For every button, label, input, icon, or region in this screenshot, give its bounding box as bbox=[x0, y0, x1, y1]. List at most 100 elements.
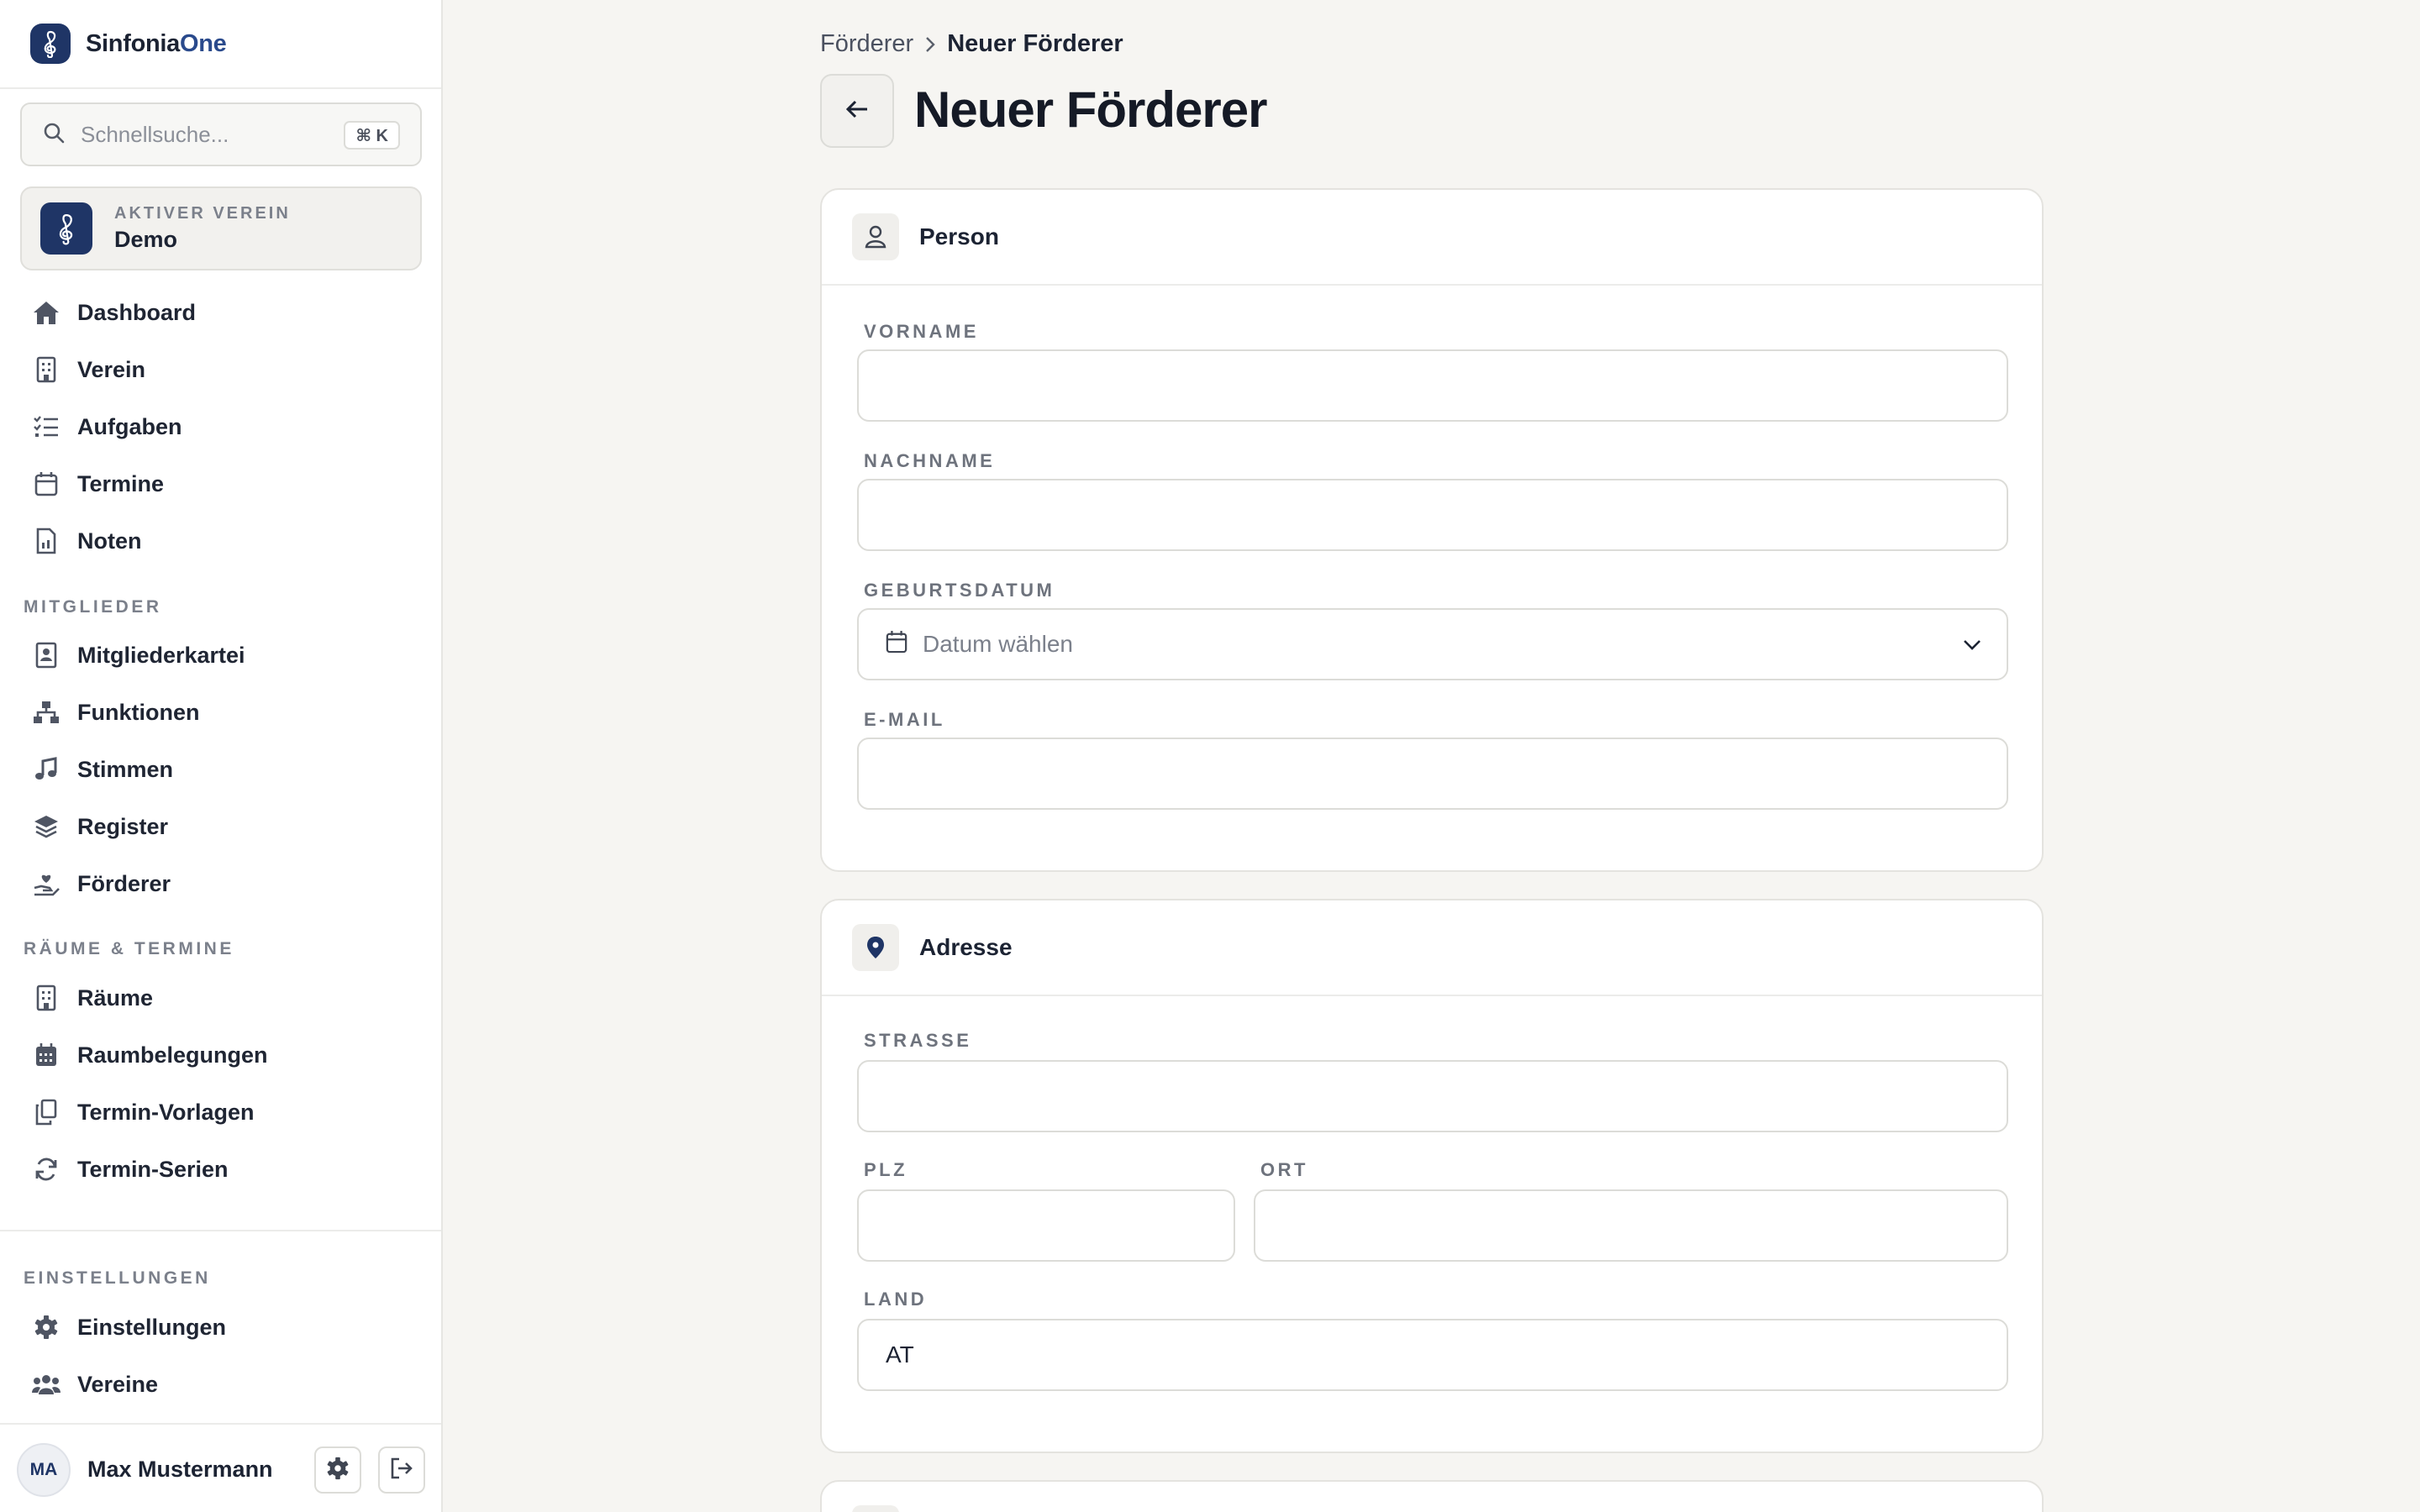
sidebar-item-label: Termine bbox=[77, 470, 165, 496]
chevron-down-icon bbox=[1961, 633, 1983, 661]
users-icon bbox=[30, 1368, 62, 1400]
email-input[interactable] bbox=[857, 738, 2008, 810]
map-pin-icon bbox=[852, 924, 899, 971]
country-input[interactable]: AT bbox=[857, 1319, 2008, 1391]
person-card-title: Person bbox=[919, 223, 999, 249]
sidebar-item-label: Dashboard bbox=[77, 299, 197, 325]
sidebar-item-dashboard[interactable]: Dashboard bbox=[30, 291, 417, 333]
sidebar-item-verein[interactable]: Verein bbox=[30, 349, 417, 391]
gear-icon bbox=[326, 1457, 350, 1484]
sidebar-item-label: Förderer bbox=[77, 870, 171, 896]
sidebar-item-label: Termin-Vorlagen bbox=[77, 1099, 255, 1125]
copy-icon bbox=[30, 1096, 62, 1128]
sidebar-item-aufgaben[interactable]: Aufgaben bbox=[30, 406, 417, 448]
sidebar-item-label: Noten bbox=[77, 528, 142, 554]
chevron-right-icon bbox=[923, 35, 937, 54]
arrow-left-icon bbox=[844, 98, 870, 124]
zip-label: PLZ bbox=[864, 1159, 908, 1180]
building-icon bbox=[30, 354, 62, 386]
zip-input[interactable] bbox=[857, 1189, 1235, 1262]
sidebar: SinfoniaOne Schnellsuche... ⌘ K AKTIVER … bbox=[0, 0, 443, 1512]
calendar-icon bbox=[30, 468, 62, 500]
user-icon bbox=[852, 213, 899, 260]
birthdate-picker[interactable]: Datum wählen bbox=[857, 608, 2008, 680]
nav-section-raeume-termine: RÄUME & TERMINE bbox=[24, 939, 234, 958]
gear-icon bbox=[30, 1311, 62, 1343]
sidebar-item-termine[interactable]: Termine bbox=[30, 463, 417, 505]
user-bar: MA Max Mustermann bbox=[0, 1425, 441, 1512]
sidebar-item-label: Verein bbox=[77, 356, 146, 382]
search-placeholder: Schnellsuche... bbox=[81, 121, 229, 147]
sidebar-item-label: Räume bbox=[77, 984, 154, 1011]
nav-section-einstellungen: EINSTELLUNGEN bbox=[24, 1268, 211, 1288]
sidebar-item-label: Einstellungen bbox=[77, 1314, 227, 1340]
sidebar-item-raeume[interactable]: Räume bbox=[30, 977, 417, 1019]
breadcrumb-current: Neuer Förderer bbox=[947, 30, 1123, 57]
building-icon bbox=[30, 982, 62, 1014]
sidebar-item-termin-serien[interactable]: Termin-Serien bbox=[30, 1148, 417, 1190]
sidebar-item-einstellungen[interactable]: Einstellungen bbox=[30, 1306, 417, 1348]
breadcrumb: Förderer Neuer Förderer bbox=[820, 30, 1123, 58]
treble-clef-logo-icon bbox=[30, 24, 71, 64]
club-logo-icon bbox=[40, 202, 92, 255]
sidebar-item-label: Register bbox=[77, 813, 169, 839]
nav-section-mitglieder: MITGLIEDER bbox=[24, 597, 162, 617]
last-name-label: NACHNAME bbox=[864, 450, 996, 471]
contact-card-icon bbox=[30, 639, 62, 671]
sidebar-item-termin-vorlagen[interactable]: Termin-Vorlagen bbox=[30, 1091, 417, 1133]
sidebar-item-noten[interactable]: Noten bbox=[30, 520, 417, 562]
address-card-title: Adresse bbox=[919, 934, 1013, 960]
brand-name-second: One bbox=[180, 29, 227, 57]
sidebar-item-label: Funktionen bbox=[77, 699, 200, 725]
first-name-input[interactable] bbox=[857, 349, 2008, 422]
list-check-icon bbox=[30, 411, 62, 443]
search-shortcut-badge: ⌘ K bbox=[344, 121, 400, 150]
sidebar-item-label: Raumbelegungen bbox=[77, 1042, 268, 1068]
hand-heart-icon bbox=[30, 868, 62, 900]
user-settings-button[interactable] bbox=[314, 1446, 361, 1494]
hierarchy-icon bbox=[30, 696, 62, 728]
back-button[interactable] bbox=[820, 74, 894, 148]
sidebar-item-register[interactable]: Register bbox=[30, 806, 417, 848]
sidebar-divider bbox=[0, 1230, 441, 1231]
logout-icon bbox=[390, 1457, 413, 1484]
person-card: Person VORNAME NACHNAME GEBURTSDATUM Dat… bbox=[820, 188, 2044, 872]
next-card-partial bbox=[820, 1480, 2044, 1512]
first-name-label: VORNAME bbox=[864, 321, 979, 342]
layers-icon bbox=[30, 811, 62, 843]
music-note-icon bbox=[30, 753, 62, 785]
breadcrumb-link-foerderer[interactable]: Förderer bbox=[820, 30, 913, 58]
user-name: Max Mustermann bbox=[87, 1457, 273, 1482]
home-icon bbox=[30, 297, 62, 328]
sidebar-item-foerderer[interactable]: Förderer bbox=[30, 863, 417, 905]
brand-header[interactable]: SinfoniaOne bbox=[0, 0, 441, 89]
sidebar-item-mitgliederkartei[interactable]: Mitgliederkartei bbox=[30, 634, 417, 676]
city-label: ORT bbox=[1260, 1159, 1308, 1180]
sidebar-item-stimmen[interactable]: Stimmen bbox=[30, 748, 417, 790]
birthdate-label: GEBURTSDATUM bbox=[864, 580, 1055, 601]
refresh-icon bbox=[30, 1153, 62, 1185]
calendar-grid-icon bbox=[30, 1039, 62, 1071]
sidebar-item-raumbelegungen[interactable]: Raumbelegungen bbox=[30, 1034, 417, 1076]
avatar[interactable]: MA bbox=[17, 1443, 71, 1497]
active-club-switcher[interactable]: AKTIVER VEREIN Demo bbox=[20, 186, 422, 270]
sidebar-item-label: Aufgaben bbox=[77, 413, 182, 439]
quick-search[interactable]: Schnellsuche... ⌘ K bbox=[20, 102, 422, 166]
person-card-header: Person bbox=[822, 190, 2042, 286]
card-icon-partial bbox=[852, 1505, 899, 1512]
street-input[interactable] bbox=[857, 1060, 2008, 1132]
sidebar-item-funktionen[interactable]: Funktionen bbox=[30, 691, 417, 733]
calendar-icon bbox=[886, 630, 908, 659]
brand-name-first: Sinfonia bbox=[86, 29, 180, 57]
search-icon bbox=[42, 121, 66, 149]
sidebar-item-vereine[interactable]: Vereine bbox=[30, 1363, 417, 1405]
address-card: Adresse STRASSE PLZ ORT LAND AT bbox=[820, 899, 2044, 1453]
logout-button[interactable] bbox=[378, 1446, 425, 1494]
birthdate-placeholder: Datum wählen bbox=[923, 631, 1073, 657]
city-input[interactable] bbox=[1254, 1189, 2008, 1262]
sidebar-item-label: Mitgliederkartei bbox=[77, 642, 245, 668]
country-label: LAND bbox=[864, 1289, 928, 1310]
last-name-input[interactable] bbox=[857, 479, 2008, 551]
email-label: E-MAIL bbox=[864, 709, 945, 730]
brand-name: SinfoniaOne bbox=[86, 30, 227, 58]
